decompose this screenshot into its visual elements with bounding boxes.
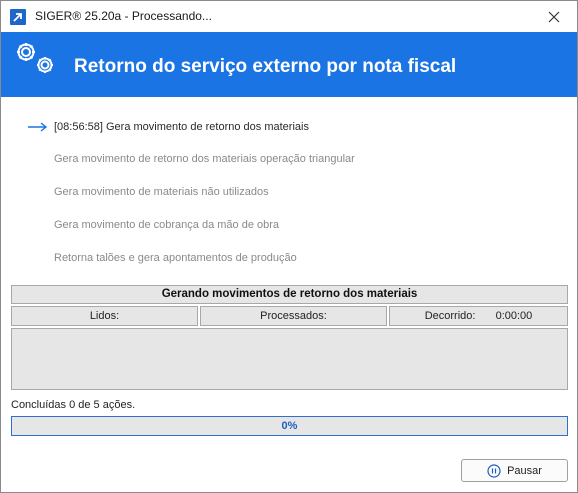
gears-icon [17, 43, 53, 73]
actions-summary: Concluídas 0 de 5 ações. [11, 399, 136, 411]
lidos-cell: Lidos: [11, 306, 198, 326]
page-title: Retorno do serviço externo por nota fisc… [74, 56, 457, 77]
step-item-5: Retorna talões e gera apontamentos de pr… [54, 252, 297, 264]
app-icon [10, 9, 26, 25]
lidos-label: Lidos: [89, 310, 120, 322]
step-item-2: Gera movimento de retorno dos materiais … [54, 153, 355, 165]
window-title: SIGER® 25.20a - Processando... [35, 9, 212, 23]
pause-button[interactable]: Pausar [461, 459, 568, 482]
processados-cell: Processados: [200, 306, 387, 326]
step-item-3: Gera movimento de materiais não utilizad… [54, 186, 269, 198]
current-step-arrow-icon [28, 122, 48, 132]
decorrido-cell: Decorrido: 0:00:00 [389, 306, 568, 326]
decorrido-label: Decorrido: [424, 310, 476, 322]
log-area [11, 328, 568, 390]
progress-bar: 0% [11, 416, 568, 436]
header-banner: Retorno do serviço externo por nota fisc… [1, 32, 577, 97]
decorrido-value: 0:00:00 [495, 310, 533, 322]
progress-text: 0% [281, 420, 298, 432]
close-button[interactable] [531, 1, 577, 32]
title-bar: SIGER® 25.20a - Processando... [1, 1, 577, 32]
process-window: SIGER® 25.20a - Processando... Retorno d… [0, 0, 578, 493]
pause-label: Pausar [507, 464, 542, 477]
pause-icon [487, 463, 501, 478]
step-item-4: Gera movimento de cobrança da mão de obr… [54, 219, 280, 231]
status-heading: Gerando movimentos de retorno dos materi… [11, 285, 568, 304]
step-item-1: [08:56:58] Gera movimento de retorno dos… [54, 121, 309, 133]
processados-label: Processados: [260, 310, 327, 322]
close-icon [548, 11, 560, 22]
